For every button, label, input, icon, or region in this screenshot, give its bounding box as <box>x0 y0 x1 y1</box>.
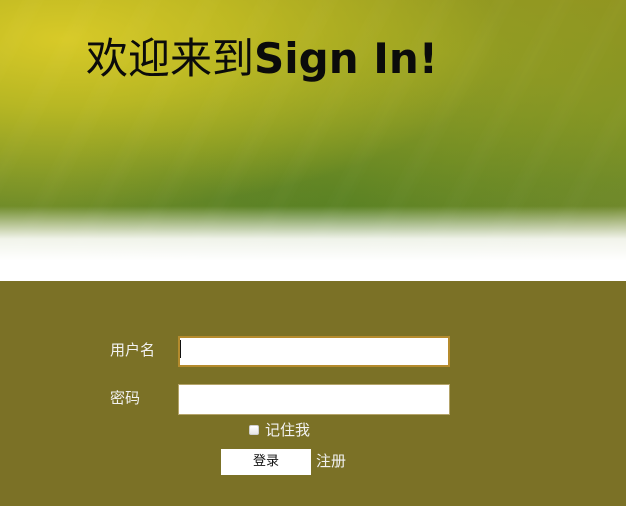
divider-strip <box>0 260 626 281</box>
remember-label: 记住我 <box>265 421 311 439</box>
hero-banner: 欢迎来到Sign In! <box>0 0 626 260</box>
page-title-prefix: 欢迎来到 <box>86 34 255 83</box>
login-button[interactable]: 登录 <box>221 449 311 475</box>
password-label: 密码 <box>110 389 141 407</box>
username-input[interactable] <box>178 336 450 367</box>
page-title-brand: Sign In! <box>254 34 438 83</box>
page-title: 欢迎来到Sign In! <box>86 33 438 85</box>
remember-me[interactable]: 记住我 <box>249 421 310 439</box>
register-link[interactable]: 注册 <box>316 452 346 470</box>
remember-checkbox[interactable] <box>249 425 259 435</box>
text-caret <box>180 340 181 358</box>
password-input[interactable] <box>178 384 450 415</box>
username-label: 用户名 <box>110 341 156 359</box>
